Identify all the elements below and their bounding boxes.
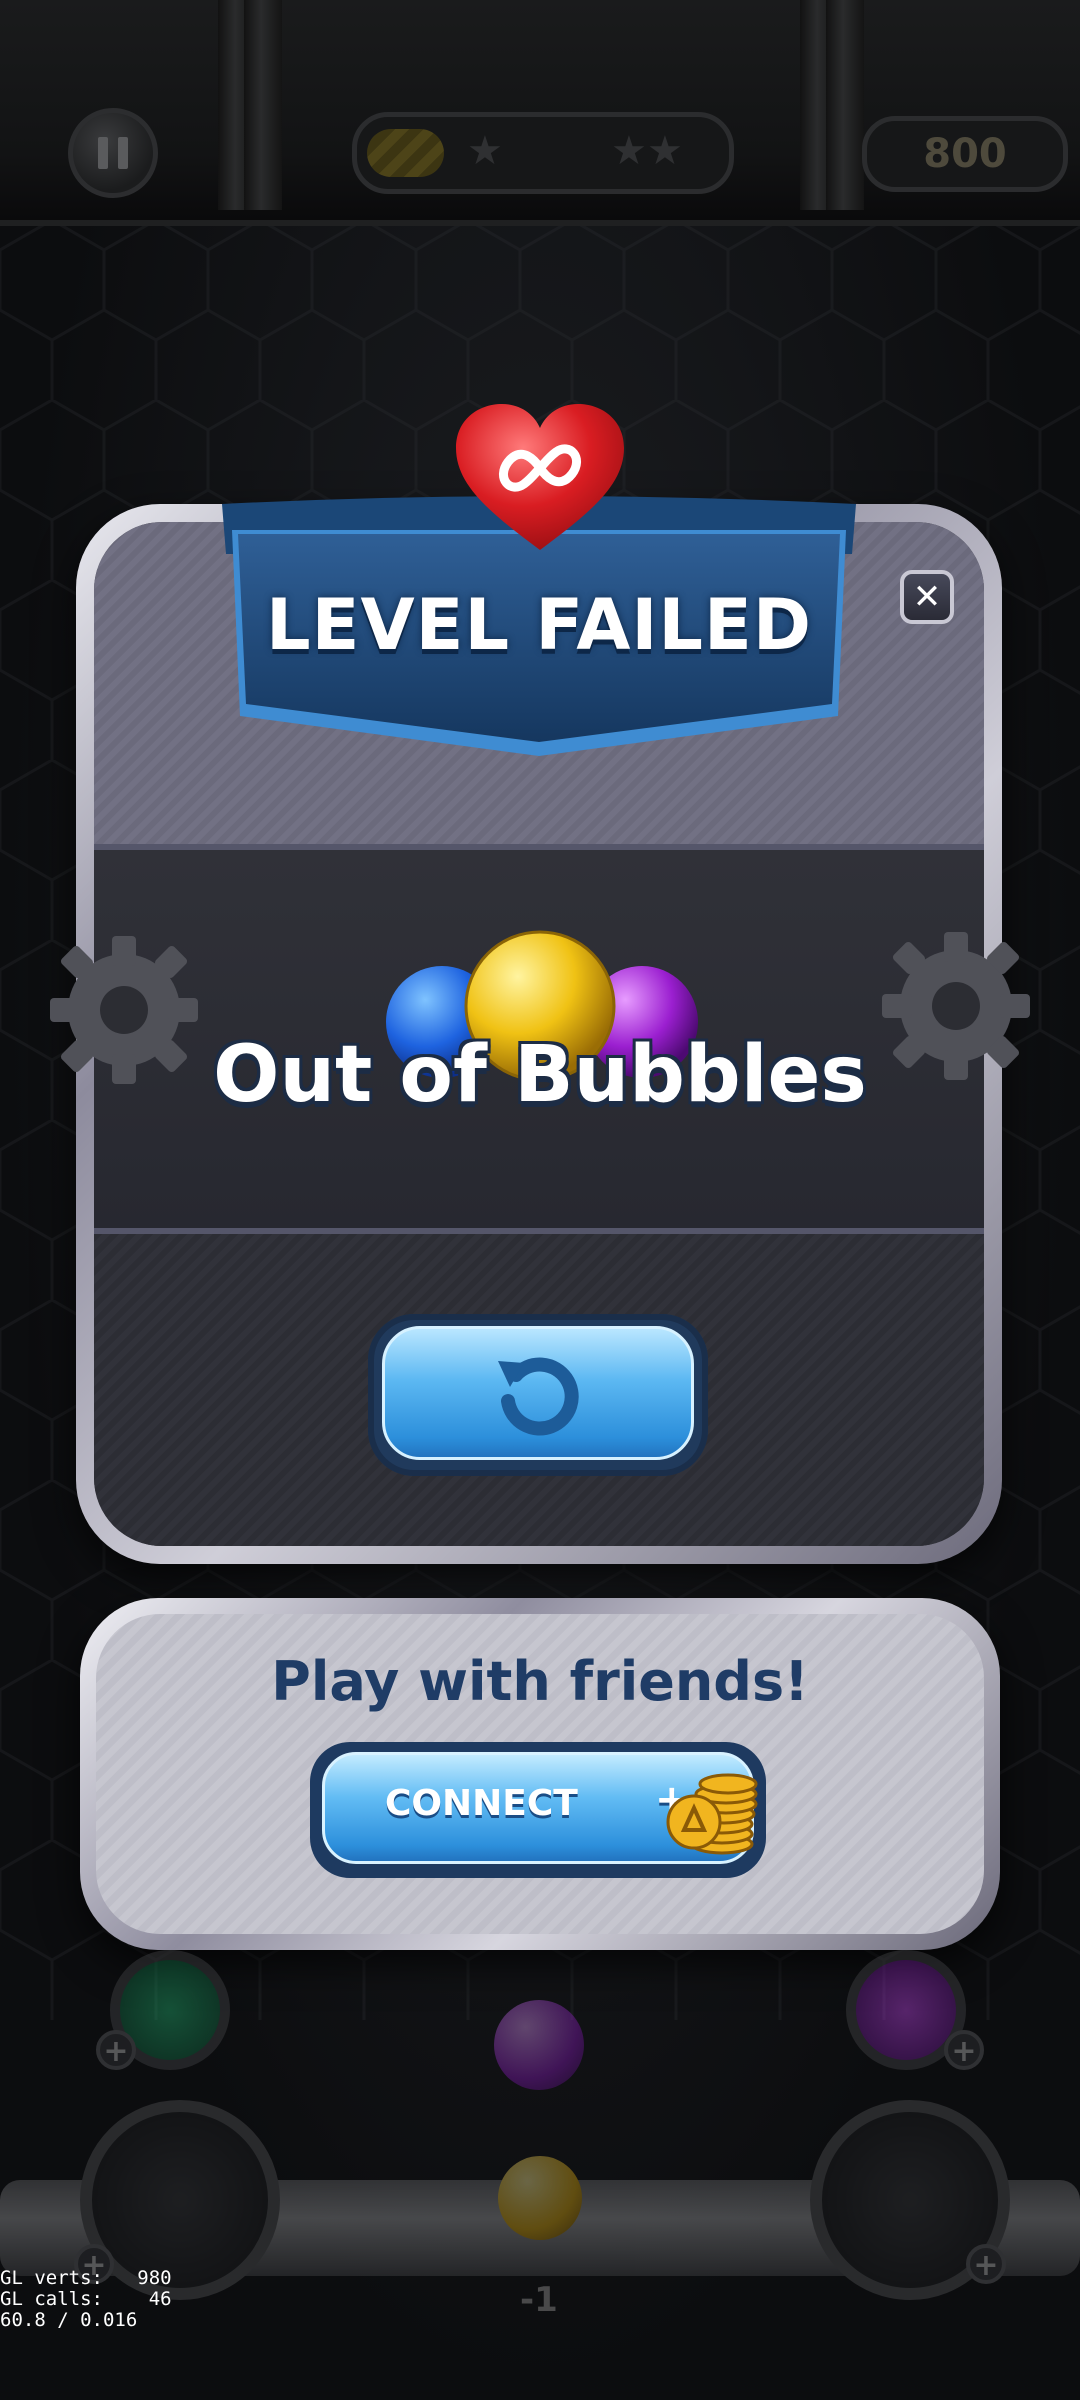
top-hud: ★ ★ ★ 800 (0, 0, 1080, 226)
coin-stack-icon (666, 1773, 758, 1855)
hud-divider (244, 0, 282, 210)
debug-gl-calls: GL calls: 46 (0, 2288, 172, 2310)
connect-label: CONNECT (385, 1783, 578, 1824)
score-value: 800 (923, 131, 1007, 177)
dialog-message: Out of Bubbles (213, 1030, 867, 1120)
infinity-heart-icon (456, 404, 624, 550)
dialog-title: LEVEL FAILED (266, 584, 812, 666)
debug-gl-verts: GL verts: 980 (0, 2267, 172, 2289)
close-icon: ✕ (912, 577, 942, 617)
current-bubble[interactable] (498, 2156, 582, 2240)
score-progress-bar: ★ ★ ★ (352, 112, 734, 194)
retry-button[interactable] (368, 1314, 708, 1476)
retry-icon (498, 1357, 579, 1436)
progress-fill (367, 129, 444, 177)
star-icon: ★ (467, 128, 503, 174)
queued-bubble (494, 2000, 584, 2090)
add-booster-button[interactable]: + (96, 2030, 136, 2070)
add-booster-button[interactable]: + (944, 2030, 984, 2070)
close-button[interactable]: ✕ (900, 570, 954, 624)
debug-overlay: GL verts: 980 GL calls: 46 60.8 / 0.016 (0, 2268, 172, 2331)
bubble-counter: -1 (520, 2280, 558, 2320)
hud-divider (826, 0, 864, 210)
star-icon: ★ (611, 128, 647, 174)
pause-button[interactable] (68, 108, 158, 198)
score-display: 800 (862, 116, 1068, 192)
game-launcher-area: + + + + -1 (0, 1950, 1080, 2400)
star-icon: ★ (647, 128, 683, 174)
add-booster-button[interactable]: + (966, 2244, 1006, 2284)
social-heading: Play with friends! (271, 1650, 809, 1713)
debug-fps: 60.8 / 0.016 (0, 2309, 138, 2331)
pause-icon (98, 137, 108, 169)
game-screen: ★ ★ ★ 800 LEVEL FAILED ✕ Out of Bubbles … (0, 0, 1080, 2400)
